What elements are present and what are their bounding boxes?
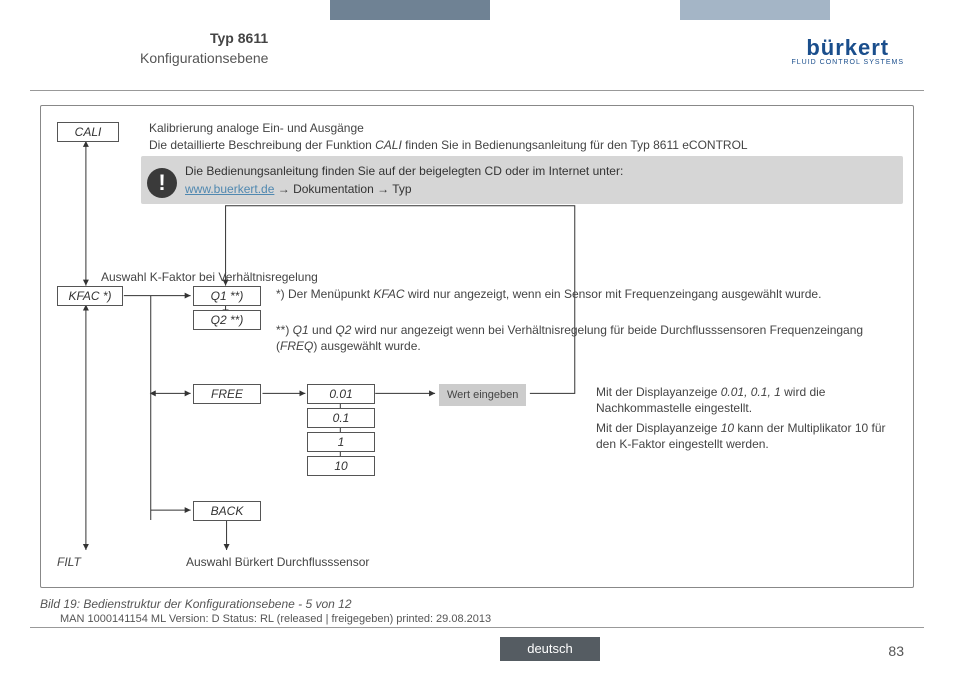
cali-desc: Die detaillierte Beschreibung der Funkti… — [149, 137, 898, 153]
kfac-heading: Auswahl K-Faktor bei Verhältnisregelung — [101, 269, 318, 285]
tab-right — [680, 0, 830, 20]
menu-v3: 1 — [307, 432, 375, 452]
info-link[interactable]: www.buerkert.de — [185, 182, 274, 196]
menu-v4: 10 — [307, 456, 375, 476]
info-line2: www.buerkert.de → Dokumentation → Typ — [185, 180, 893, 198]
info-bar: ! Die Bedienungsanleitung finden Sie auf… — [141, 156, 903, 204]
kfac-note2: **) Q1 und Q2 wird nur angezeigt wenn be… — [276, 322, 903, 354]
menu-q2: Q2 **) — [193, 310, 261, 330]
menu-cali: CALI — [57, 122, 119, 142]
info-icon: ! — [147, 168, 177, 198]
diagram-box: CALI Kalibrierung analoge Ein- und Ausgä… — [40, 105, 914, 588]
figure-caption: Bild 19: Bedienstruktur der Konfiguratio… — [40, 597, 352, 611]
tab-left — [330, 0, 490, 20]
menu-kfac: KFAC *) — [57, 286, 123, 306]
free-desc2: Mit der Displayanzeige 10 kann der Multi… — [596, 420, 903, 452]
logo-sub: FLUID CONTROL SYSTEMS — [791, 59, 904, 66]
doc-subtitle: Konfigurationsebene — [140, 50, 268, 66]
footer-rule — [30, 627, 924, 628]
top-tabs — [0, 0, 954, 20]
kfac-note1: *) Der Menüpunkt KFAC wird nur angezeigt… — [276, 286, 903, 302]
header: Typ 8611 Konfigurationsebene bürkert FLU… — [0, 20, 954, 80]
menu-v1: 0.01 — [307, 384, 375, 404]
filt-label: FILT — [57, 554, 81, 570]
header-rule — [30, 90, 924, 91]
logo-main: bürkert — [791, 37, 904, 59]
menu-free: FREE — [193, 384, 261, 404]
page-number: 83 — [888, 643, 904, 659]
footer-meta: MAN 1000141154 ML Version: D Status: RL … — [60, 613, 491, 625]
menu-q1: Q1 **) — [193, 286, 261, 306]
logo: bürkert FLUID CONTROL SYSTEMS — [791, 35, 904, 69]
info-line1: Die Bedienungsanleitung finden Sie auf d… — [185, 162, 893, 180]
wert-eingeben: Wert eingeben — [439, 384, 526, 406]
menu-back: BACK — [193, 501, 261, 521]
footer-lang: deutsch — [500, 637, 600, 661]
free-desc1: Mit der Displayanzeige 0.01, 0.1, 1 wird… — [596, 384, 903, 416]
cali-title: Kalibrierung analoge Ein- und Ausgänge — [149, 120, 364, 136]
doc-title: Typ 8611 — [210, 30, 268, 46]
menu-v2: 0.1 — [307, 408, 375, 428]
filt-desc: Auswahl Bürkert Durchflusssensor — [186, 554, 369, 570]
